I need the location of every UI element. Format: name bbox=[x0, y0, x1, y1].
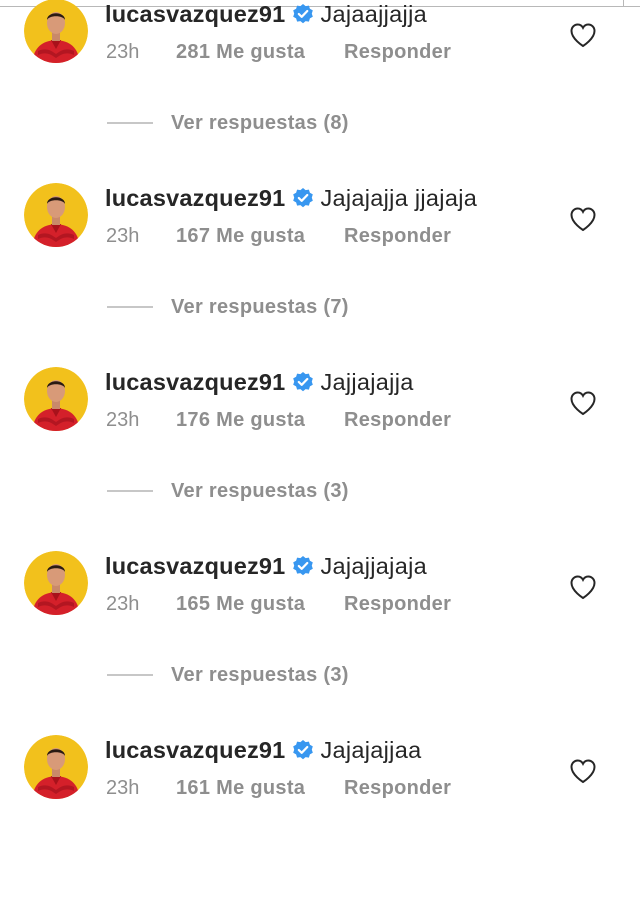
likes-count-link[interactable]: 176 Me gusta bbox=[176, 405, 305, 435]
heart-outline-icon[interactable] bbox=[569, 390, 597, 416]
comment-item: lucasvazquez91 Jajaajjajja 23h 281 Me gu… bbox=[0, 0, 640, 183]
comment-line: lucasvazquez91 Jajajajjaa bbox=[105, 733, 421, 767]
comment-item: lucasvazquez91 Jajjajajja 23h 176 Me gus… bbox=[0, 367, 640, 551]
comment-line: lucasvazquez91 Jajajjajaja bbox=[105, 549, 427, 583]
comment-text: Jajajajjaa bbox=[320, 737, 422, 763]
replies-divider bbox=[107, 122, 153, 124]
likes-count-link[interactable]: 165 Me gusta bbox=[176, 589, 305, 619]
heart-outline-icon[interactable] bbox=[569, 574, 597, 600]
comment-line: lucasvazquez91 Jajjajajja bbox=[105, 365, 414, 399]
comment-timestamp[interactable]: 23h bbox=[106, 773, 139, 803]
reply-button[interactable]: Responder bbox=[344, 589, 451, 619]
reply-button[interactable]: Responder bbox=[344, 37, 451, 67]
username-link[interactable]: lucasvazquez91 bbox=[105, 733, 285, 767]
comment-item: lucasvazquez91 Jajajajjaa 23h 161 Me gus… bbox=[0, 735, 640, 919]
replies-divider bbox=[107, 490, 153, 492]
username-link[interactable]: lucasvazquez91 bbox=[105, 365, 285, 399]
comment-timestamp[interactable]: 23h bbox=[106, 405, 139, 435]
view-replies-label: Ver respuestas (7) bbox=[171, 295, 349, 318]
username-link[interactable]: lucasvazquez91 bbox=[105, 0, 285, 31]
comment-text: Jajajajja jjajaja bbox=[320, 185, 478, 211]
comment-text: Jajajjajaja bbox=[320, 553, 427, 579]
heart-outline-icon[interactable] bbox=[569, 758, 597, 784]
comment-line: lucasvazquez91 Jajajajja jjajaja bbox=[105, 181, 477, 215]
comment-timestamp[interactable]: 23h bbox=[106, 37, 139, 67]
comment-text: Jajjajajja bbox=[320, 369, 414, 395]
username-link[interactable]: lucasvazquez91 bbox=[105, 549, 285, 583]
user-avatar[interactable] bbox=[24, 735, 88, 799]
user-avatar[interactable] bbox=[24, 551, 88, 615]
view-replies-label: Ver respuestas (3) bbox=[171, 479, 349, 502]
verified-badge-icon bbox=[292, 187, 314, 209]
verified-badge-icon bbox=[292, 371, 314, 393]
reply-button[interactable]: Responder bbox=[344, 405, 451, 435]
comment-line: lucasvazquez91 Jajaajjajja bbox=[105, 0, 427, 31]
likes-count-link[interactable]: 167 Me gusta bbox=[176, 221, 305, 251]
view-replies-button[interactable]: Ver respuestas (7) bbox=[107, 292, 349, 322]
comment-timestamp[interactable]: 23h bbox=[106, 589, 139, 619]
likes-count-link[interactable]: 161 Me gusta bbox=[176, 773, 305, 803]
replies-divider bbox=[107, 674, 153, 676]
view-replies-label: Ver respuestas (3) bbox=[171, 663, 349, 686]
comment-timestamp[interactable]: 23h bbox=[106, 221, 139, 251]
likes-count-link[interactable]: 281 Me gusta bbox=[176, 37, 305, 67]
user-avatar[interactable] bbox=[24, 0, 88, 63]
heart-outline-icon[interactable] bbox=[569, 206, 597, 232]
username-link[interactable]: lucasvazquez91 bbox=[105, 181, 285, 215]
comment-text: Jajaajjajja bbox=[320, 1, 427, 27]
replies-divider bbox=[107, 306, 153, 308]
user-avatar[interactable] bbox=[24, 183, 88, 247]
view-replies-button[interactable]: Ver respuestas (3) bbox=[107, 660, 349, 690]
view-replies-button[interactable]: Ver respuestas (8) bbox=[107, 108, 349, 138]
reply-button[interactable]: Responder bbox=[344, 773, 451, 803]
verified-badge-icon bbox=[292, 739, 314, 761]
comment-item: lucasvazquez91 Jajajjajaja 23h 165 Me gu… bbox=[0, 551, 640, 735]
verified-badge-icon bbox=[292, 3, 314, 25]
view-replies-button[interactable]: Ver respuestas (3) bbox=[107, 476, 349, 506]
verified-badge-icon bbox=[292, 555, 314, 577]
heart-outline-icon[interactable] bbox=[569, 22, 597, 48]
reply-button[interactable]: Responder bbox=[344, 221, 451, 251]
comment-item: lucasvazquez91 Jajajajja jjajaja 23h 167… bbox=[0, 183, 640, 367]
user-avatar[interactable] bbox=[24, 367, 88, 431]
view-replies-label: Ver respuestas (8) bbox=[171, 111, 349, 134]
